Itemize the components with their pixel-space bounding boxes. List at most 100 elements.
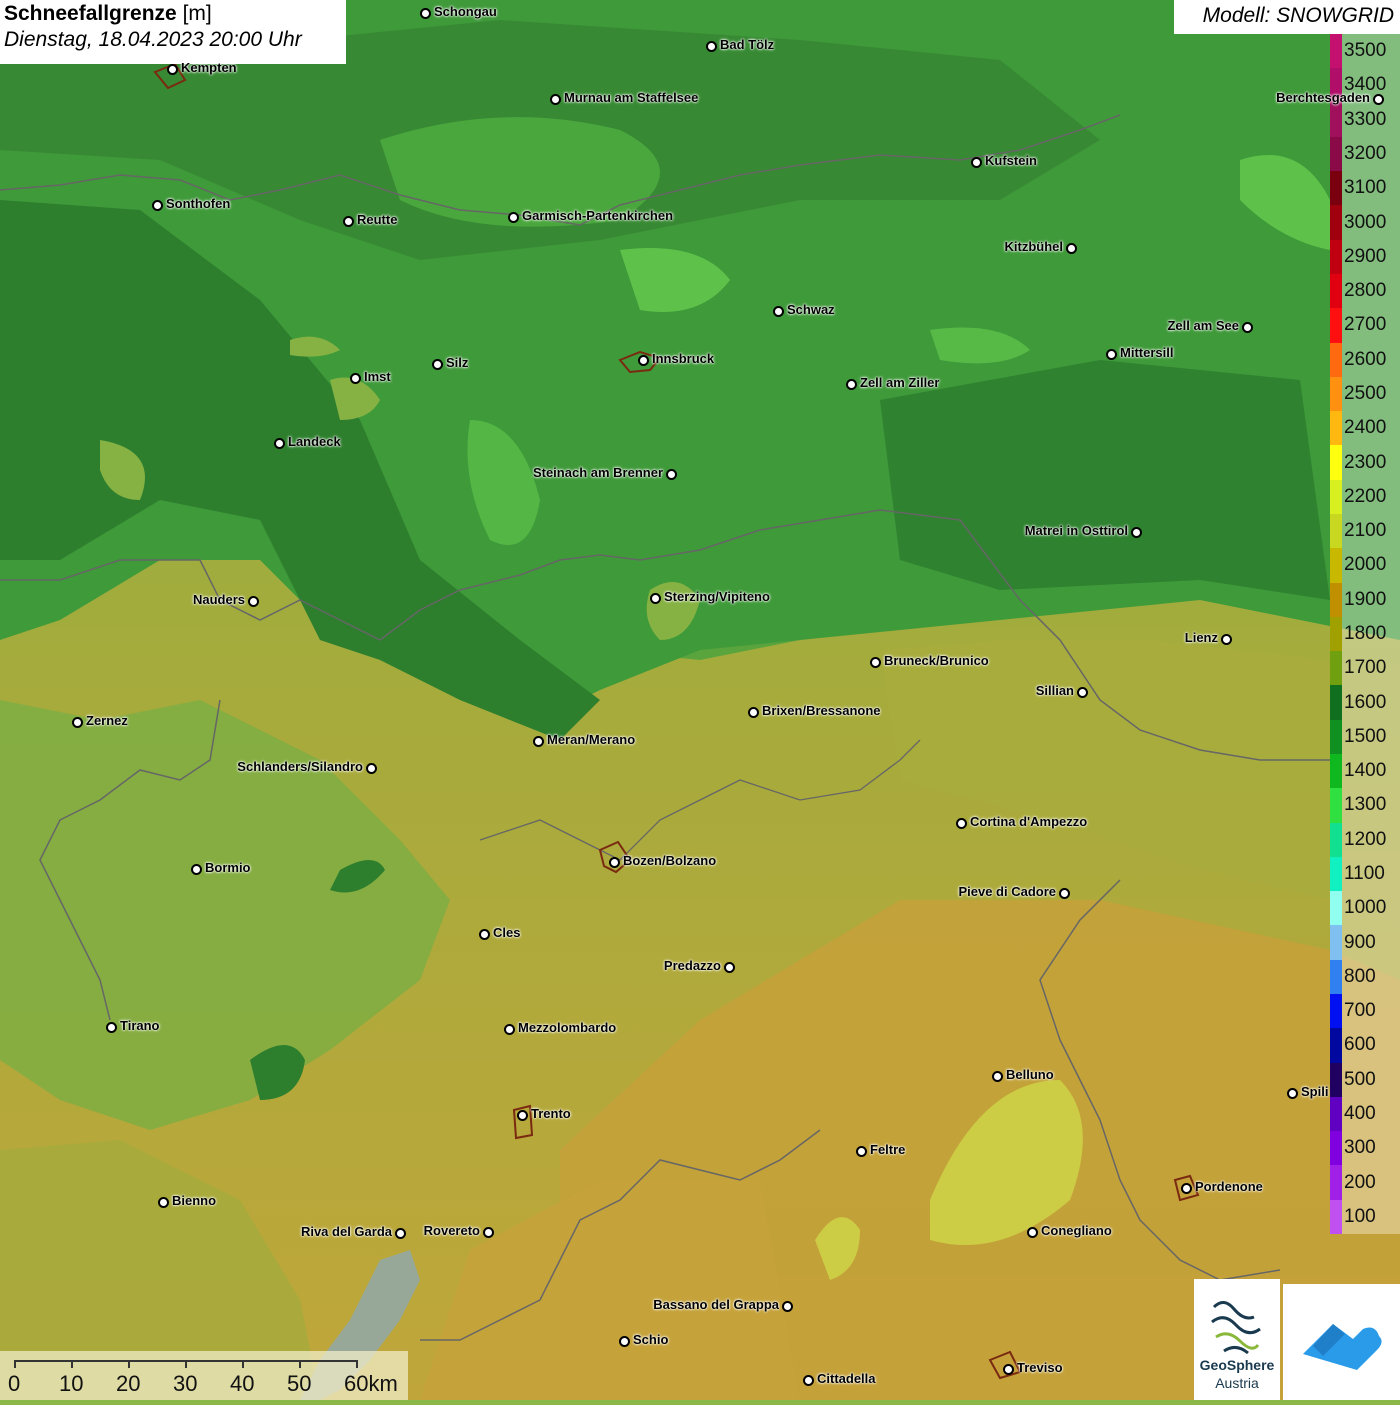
legend-label: 2000	[1344, 554, 1387, 576]
city-marker[interactable]	[1066, 243, 1077, 254]
city-marker[interactable]	[274, 438, 285, 449]
city-marker[interactable]	[106, 1022, 117, 1033]
city-marker[interactable]	[167, 64, 178, 75]
city-marker[interactable]	[638, 355, 649, 366]
city-marker[interactable]	[158, 1197, 169, 1208]
city-label: Cortina d'Ampezzo	[970, 814, 1088, 829]
city-label: Meran/Merano	[547, 732, 636, 747]
legend-label: 2700	[1344, 314, 1387, 336]
city-label: Mezzolombardo	[518, 1020, 617, 1035]
city-marker[interactable]	[1373, 94, 1384, 105]
city-marker[interactable]	[1059, 888, 1070, 899]
legend-swatch	[1330, 548, 1342, 584]
city-marker[interactable]	[1027, 1227, 1038, 1238]
legend-swatch	[1330, 1131, 1342, 1166]
legend-swatch	[1330, 891, 1342, 926]
city-marker[interactable]	[971, 157, 982, 168]
geosphere-logo[interactable]: GeoSphere Austria	[1194, 1279, 1280, 1400]
city-marker[interactable]	[191, 864, 202, 875]
city-label: Brixen/Bressanone	[762, 703, 881, 718]
city-marker[interactable]	[609, 857, 620, 868]
city-marker[interactable]	[846, 379, 857, 390]
city-marker[interactable]	[550, 94, 561, 105]
city-label: Bormio	[205, 860, 251, 875]
legend-swatch	[1330, 822, 1342, 858]
app-logo[interactable]	[1283, 1284, 1400, 1400]
legend-swatch	[1330, 719, 1342, 755]
legend-label: 2800	[1344, 280, 1387, 302]
legend-label: 3300	[1344, 108, 1387, 130]
city-marker[interactable]	[782, 1301, 793, 1312]
legend-swatch	[1330, 376, 1342, 412]
legend-label: 2200	[1344, 485, 1387, 507]
city-marker[interactable]	[706, 41, 717, 52]
city-label: Schongau	[434, 4, 497, 19]
city-marker[interactable]	[1287, 1088, 1298, 1099]
city-marker[interactable]	[517, 1110, 528, 1121]
scale-tick	[356, 1360, 358, 1368]
legend-label: 1900	[1344, 588, 1387, 610]
city-marker[interactable]	[366, 763, 377, 774]
legend-label: 1800	[1344, 623, 1387, 644]
legend-label: 3200	[1344, 143, 1387, 164]
legend-swatch	[1330, 925, 1342, 961]
scale-label: 50	[287, 1371, 312, 1396]
city-label: Bad Tölz	[720, 37, 775, 52]
city-marker[interactable]	[420, 8, 431, 19]
city-marker[interactable]	[1106, 349, 1117, 360]
legend-swatch	[1330, 342, 1342, 378]
city-marker[interactable]	[724, 962, 735, 973]
city-label: Zell am See	[1167, 318, 1239, 333]
legend-swatch	[1330, 959, 1342, 995]
city-label: Belluno	[1006, 1067, 1054, 1082]
city-marker[interactable]	[803, 1375, 814, 1386]
city-marker[interactable]	[1221, 634, 1232, 645]
city-label: Kufstein	[985, 153, 1037, 168]
city-marker[interactable]	[508, 212, 519, 223]
city-marker[interactable]	[533, 736, 544, 747]
city-marker[interactable]	[1077, 687, 1088, 698]
city-marker[interactable]	[1131, 527, 1142, 538]
legend-swatch	[1330, 136, 1342, 172]
legend-swatch	[1330, 651, 1342, 686]
zone-1600-east	[880, 360, 1330, 600]
city-marker[interactable]	[483, 1227, 494, 1238]
legend-label: 300	[1344, 1137, 1376, 1159]
city-marker[interactable]	[650, 593, 661, 604]
city-label: Sillian	[1035, 683, 1074, 698]
city-label: Cittadella	[817, 1371, 876, 1386]
city-marker[interactable]	[343, 216, 354, 227]
city-marker[interactable]	[748, 707, 759, 718]
city-marker[interactable]	[856, 1146, 867, 1157]
city-label: Garmisch-Partenkirchen	[522, 208, 674, 223]
city-label: Tirano	[120, 1018, 160, 1033]
city-marker[interactable]	[773, 306, 784, 317]
city-marker[interactable]	[479, 929, 490, 940]
city-marker[interactable]	[395, 1228, 406, 1239]
city-marker[interactable]	[350, 373, 361, 384]
city-marker[interactable]	[956, 818, 967, 829]
scale-label: 40	[230, 1371, 255, 1396]
city-marker[interactable]	[72, 717, 83, 728]
city-marker[interactable]	[666, 469, 677, 480]
geosphere-emblem-icon	[1211, 1301, 1261, 1355]
model-label: Modell: SNOWGRID	[1174, 0, 1400, 34]
legend-label: 700	[1344, 1000, 1376, 1022]
city-label: Landeck	[288, 434, 341, 449]
city-marker[interactable]	[992, 1071, 1003, 1082]
city-marker[interactable]	[432, 359, 443, 370]
scale-label: 30	[173, 1371, 198, 1396]
city-marker[interactable]	[1181, 1183, 1192, 1194]
city-marker[interactable]	[619, 1336, 630, 1347]
city-marker[interactable]	[1242, 322, 1253, 333]
city-label: Schwaz	[787, 302, 835, 317]
city-marker[interactable]	[1003, 1364, 1014, 1375]
city-marker[interactable]	[504, 1024, 515, 1035]
city-label: Kempten	[181, 60, 237, 75]
city-marker[interactable]	[870, 657, 881, 668]
city-marker[interactable]	[152, 200, 163, 211]
city-marker[interactable]	[248, 596, 259, 607]
scale-tick	[14, 1360, 16, 1368]
scale-tick	[71, 1360, 73, 1368]
city-label: Zernez	[86, 713, 128, 728]
